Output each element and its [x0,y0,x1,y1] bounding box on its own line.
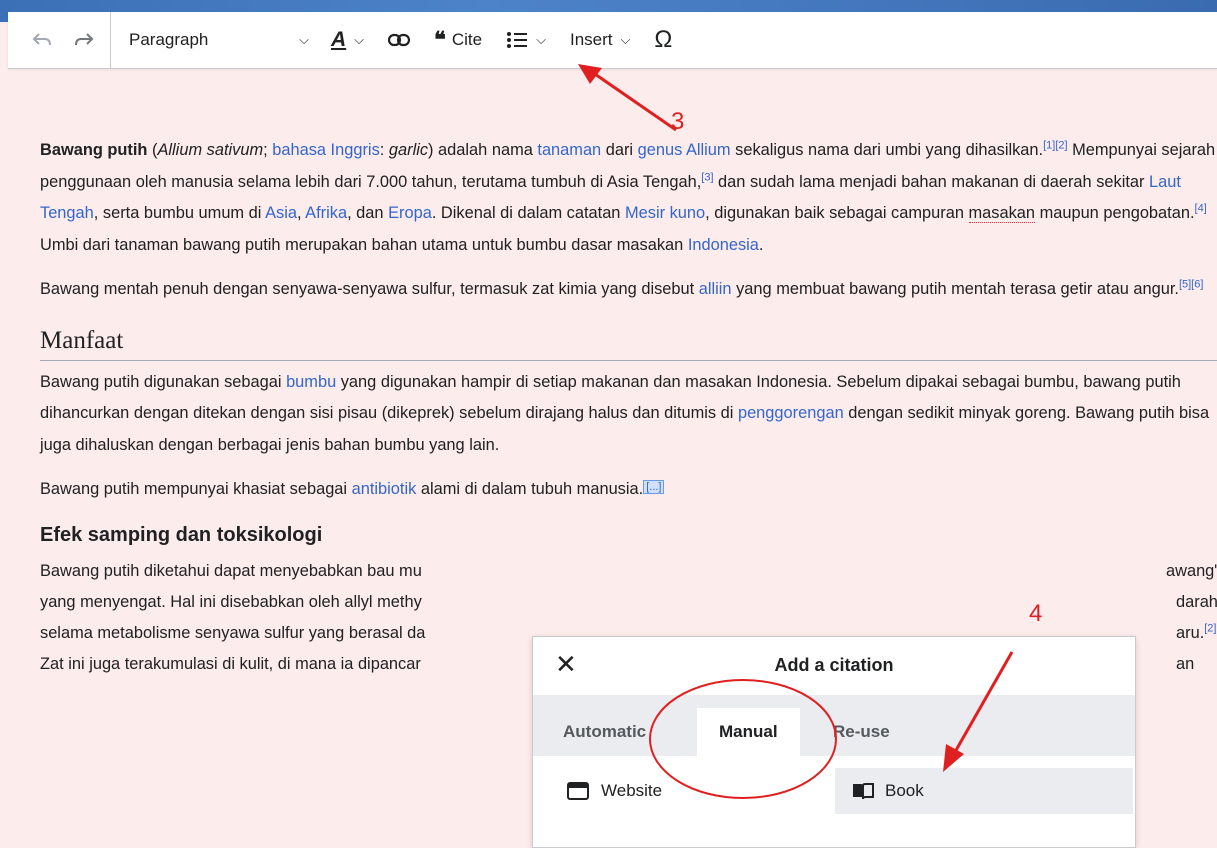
annotation-overlay [578,64,1014,799]
arrow-3-line [591,70,677,132]
manual-tab-highlight-ellipse [649,679,837,799]
arrow-4-head [943,744,964,772]
arrow-4-line [953,651,1014,753]
annotation-label-4: 4 [1029,600,1043,627]
annotation-label-3: 3 [671,108,685,135]
arrow-3-head [578,64,602,84]
